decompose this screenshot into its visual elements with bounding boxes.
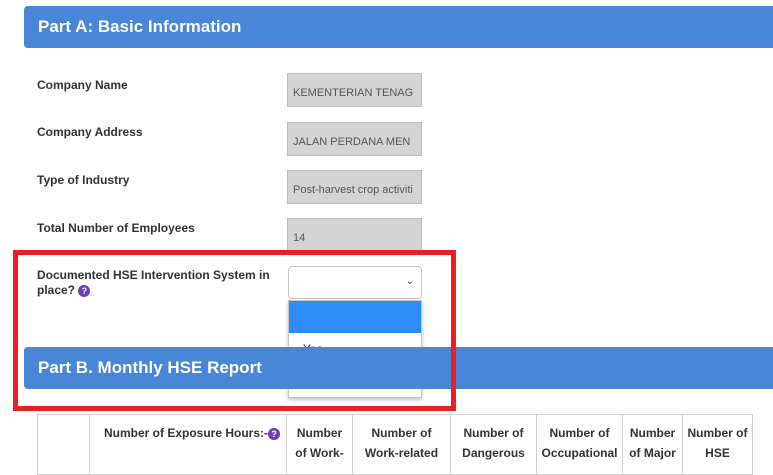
hse-question-line1: Documented HSE Intervention System in — [37, 268, 270, 282]
table-header-occupational: Number of Occupational — [536, 414, 623, 475]
type-of-industry-field[interactable]: Post-harvest crop activiti — [287, 170, 422, 204]
company-address-field[interactable]: JALAN PERDANA MEN — [287, 122, 422, 156]
type-of-industry-label: Type of Industry — [37, 173, 130, 187]
part-a-title: Part A: Basic Information — [38, 17, 242, 36]
table-header-work-related: Number of Work-related — [352, 414, 451, 475]
company-name-label: Company Name — [37, 78, 128, 92]
monthly-hse-table: Number of Exposure Hours:-? Number of Wo… — [37, 414, 753, 475]
part-b-title: Part B. Monthly HSE Report — [38, 358, 262, 377]
table-header-dangerous: Number of Dangerous — [450, 414, 537, 475]
question-circle-icon[interactable]: ? — [78, 284, 91, 297]
part-b-header: Part B. Monthly HSE Report — [24, 347, 773, 389]
total-employees-label: Total Number of Employees — [37, 221, 195, 235]
part-a-header: Part A: Basic Information — [24, 6, 773, 48]
dropdown-option-blank[interactable] — [289, 301, 421, 333]
total-employees-field[interactable]: 14 — [287, 218, 422, 252]
table-header-work: Number of Work- — [286, 414, 353, 475]
table-header-exposure: Number of Exposure Hours:-? — [89, 414, 287, 475]
question-circle-icon[interactable]: ? — [268, 427, 280, 440]
hse-system-select[interactable]: ⌄ — [288, 266, 422, 299]
table-header-blank — [37, 414, 90, 475]
hse-question-line2: place? — [37, 283, 76, 297]
table-header-major: Number of Major — [622, 414, 683, 475]
table-header-hse: Number of HSE — [682, 414, 753, 475]
chevron-down-icon: ⌄ — [405, 276, 414, 287]
company-address-label: Company Address — [37, 125, 143, 139]
hse-question-label: Documented HSE Intervention System in pl… — [37, 268, 270, 298]
table-header-exposure-label: Number of Exposure Hours:- — [103, 426, 268, 440]
company-name-field[interactable]: KEMENTERIAN TENAG — [287, 73, 422, 107]
